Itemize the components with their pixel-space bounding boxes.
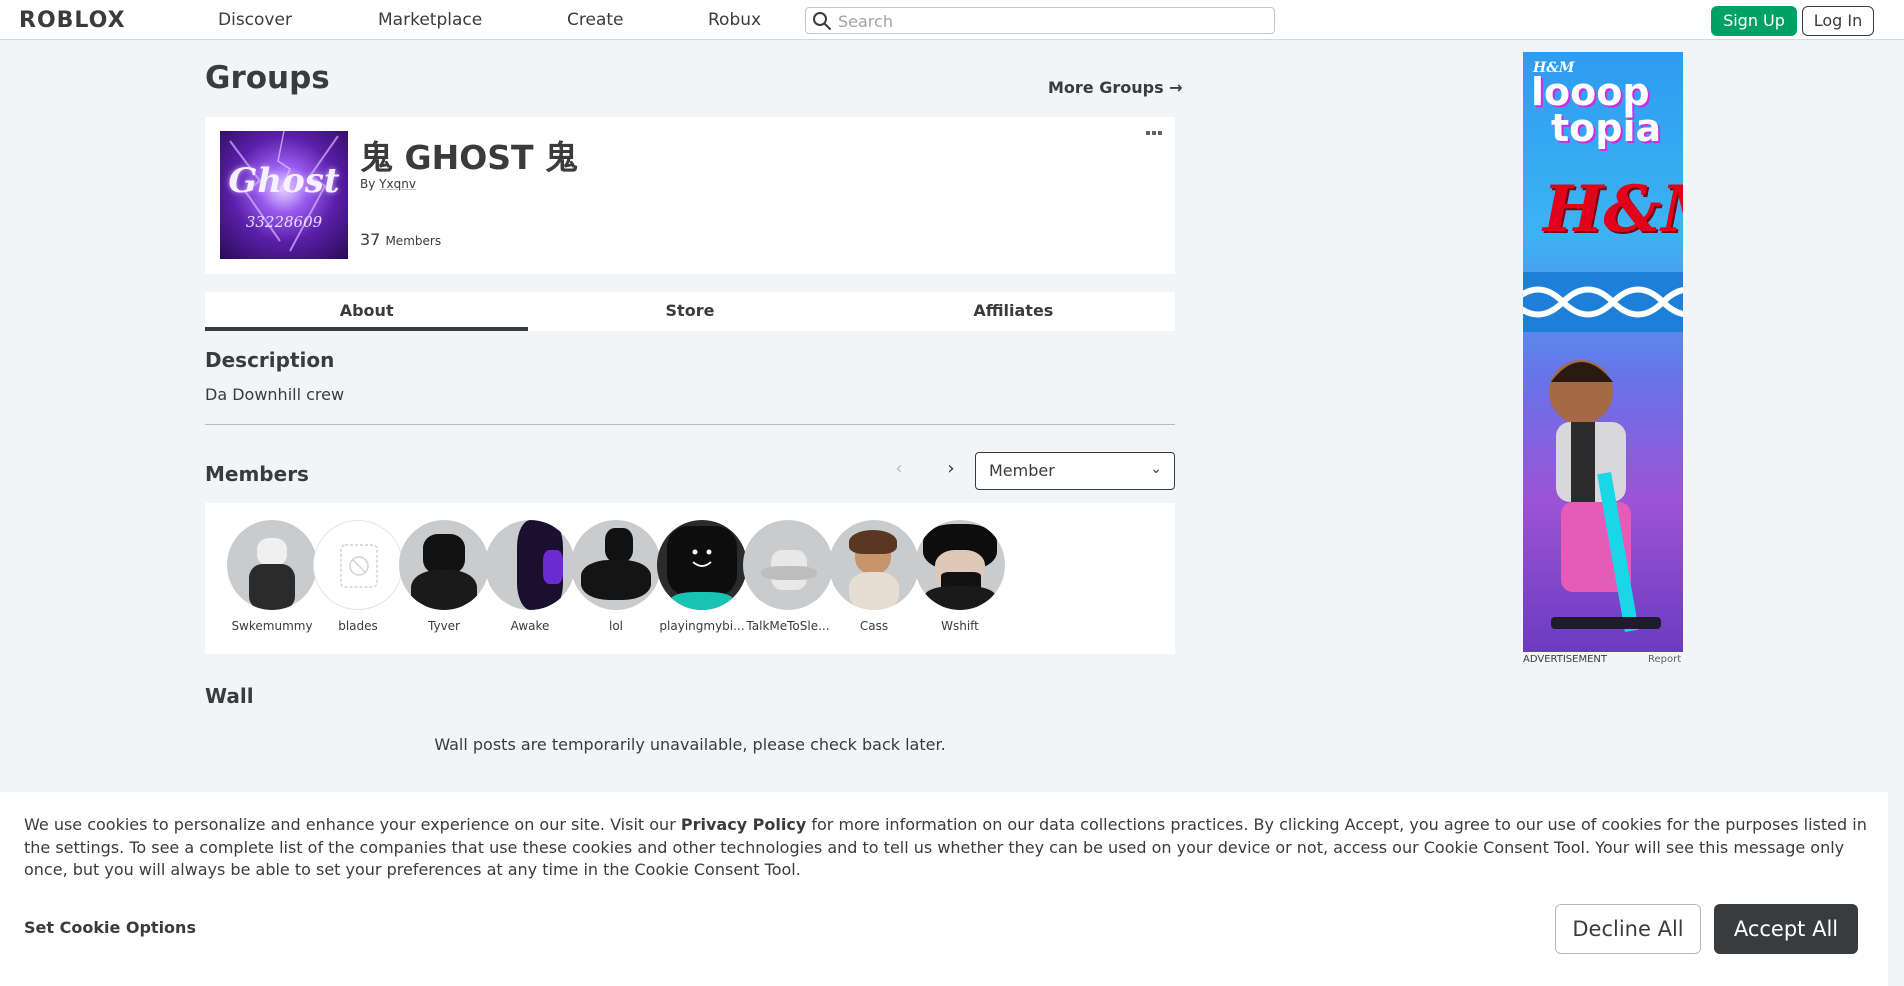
group-owner-line: By Yxqnv — [360, 177, 416, 191]
group-emblem: Ghost 33228609 — [220, 131, 348, 259]
member-count-value: 37 — [360, 230, 381, 249]
cookie-message: We use cookies to personalize and enhanc… — [24, 814, 1874, 882]
accept-all-button[interactable]: Accept All — [1714, 904, 1858, 954]
ad-label: ADVERTISEMENT — [1523, 654, 1608, 665]
member-item[interactable]: blades — [308, 520, 408, 633]
ad-character-graphic — [1549, 360, 1661, 633]
member-count-label: Members — [385, 234, 442, 248]
cookie-text-part-1: We use cookies to personalize and enhanc… — [24, 815, 681, 834]
set-cookie-options-link[interactable]: Set Cookie Options — [24, 918, 196, 937]
member-name: Wshift — [941, 619, 979, 633]
nav-create[interactable]: Create — [567, 10, 624, 30]
member-name: playingmybi... — [659, 619, 745, 633]
section-divider — [205, 424, 1175, 425]
page-scrollbar[interactable] — [1888, 40, 1904, 986]
member-item[interactable]: Cass — [824, 520, 924, 633]
description-text: Da Downhill crew — [205, 385, 345, 404]
log-in-button[interactable]: Log In — [1802, 6, 1874, 36]
avatar — [743, 520, 833, 610]
wall-heading: Wall — [205, 684, 254, 708]
cookie-consent-banner: We use cookies to personalize and enhanc… — [0, 792, 1888, 986]
chevron-right-icon[interactable]: › — [940, 458, 962, 482]
member-count: 37 Members — [360, 230, 441, 249]
group-tabs: About Store Affiliates — [205, 292, 1175, 331]
emblem-number: 33228609 — [245, 213, 323, 231]
avatar — [485, 520, 575, 610]
tab-about[interactable]: About — [205, 292, 529, 331]
group-name: 鬼 GHOST 鬼 — [360, 138, 579, 177]
chevron-down-icon: ⌄ — [1150, 461, 1162, 477]
chevron-left-icon[interactable]: ‹ — [888, 458, 910, 482]
member-item[interactable]: Wshift — [910, 520, 1010, 633]
page-title: Groups — [205, 60, 330, 96]
member-name: blades — [338, 619, 378, 633]
avatar — [915, 520, 1005, 610]
tab-affiliates[interactable]: Affiliates — [852, 292, 1175, 331]
member-item[interactable]: Awake — [480, 520, 580, 633]
member-item[interactable]: Tyver — [394, 520, 494, 633]
advertisement-banner[interactable]: H&M looop topia H&M — [1523, 52, 1683, 652]
roblox-logo[interactable]: ROBLOX — [19, 8, 126, 33]
wall-unavailable-message: Wall posts are temporarily unavailable, … — [434, 735, 946, 754]
decline-all-button[interactable]: Decline All — [1555, 904, 1701, 954]
search-box[interactable] — [805, 7, 1275, 34]
avatar — [313, 520, 403, 610]
member-name: Awake — [510, 619, 550, 633]
avatar — [399, 520, 489, 610]
emblem-text: Ghost — [228, 161, 340, 201]
broken-image-icon — [340, 544, 378, 588]
member-name: Tyver — [428, 619, 460, 633]
avatar — [657, 520, 747, 610]
description-heading: Description — [205, 348, 335, 372]
tab-store[interactable]: Store — [528, 292, 851, 331]
ad-headline: looop topia — [1531, 73, 1661, 147]
ad-brand-logo: H&M — [1543, 172, 1683, 247]
avatar — [227, 520, 317, 610]
member-item[interactable]: lol — [566, 520, 666, 633]
member-item[interactable]: playingmybi... — [652, 520, 752, 633]
nav-discover[interactable]: Discover — [218, 10, 292, 30]
ad-report-link[interactable]: Report — [1648, 654, 1681, 665]
group-header-card: Ghost 33228609 鬼 GHOST 鬼 By Yxqnv 37 Mem… — [205, 117, 1175, 274]
member-item[interactable]: Swkemummy — [222, 520, 322, 633]
members-heading: Members — [205, 462, 309, 486]
search-icon — [813, 12, 831, 30]
avatar — [829, 520, 919, 610]
sign-up-button[interactable]: Sign Up — [1711, 6, 1797, 36]
member-item[interactable]: TalkMeToSle... — [738, 520, 838, 633]
privacy-policy-link[interactable]: Privacy Policy — [681, 815, 806, 834]
top-navigation-bar: ROBLOX Discover Marketplace Create Robux… — [0, 0, 1904, 40]
member-name: Swkemummy — [231, 619, 313, 633]
member-name: TalkMeToSle... — [746, 619, 830, 633]
nav-robux[interactable]: Robux — [708, 10, 761, 30]
ad-headline-line-2: topia — [1551, 106, 1662, 150]
by-label: By — [360, 177, 376, 191]
avatar — [571, 520, 661, 610]
role-dropdown[interactable]: Member ⌄ — [975, 452, 1175, 490]
more-groups-link[interactable]: More Groups → — [1048, 78, 1183, 97]
role-dropdown-value: Member — [989, 461, 1055, 480]
ad-wave-graphic — [1523, 272, 1683, 332]
ellipsis-icon[interactable] — [1145, 129, 1163, 137]
nav-marketplace[interactable]: Marketplace — [378, 10, 482, 30]
members-list: Swkemummy blades Tyver Awake lol playing… — [205, 503, 1175, 654]
member-name: Cass — [859, 619, 889, 633]
member-name: lol — [608, 619, 623, 633]
search-input[interactable] — [838, 10, 1258, 32]
owner-link[interactable]: Yxqnv — [379, 177, 416, 191]
